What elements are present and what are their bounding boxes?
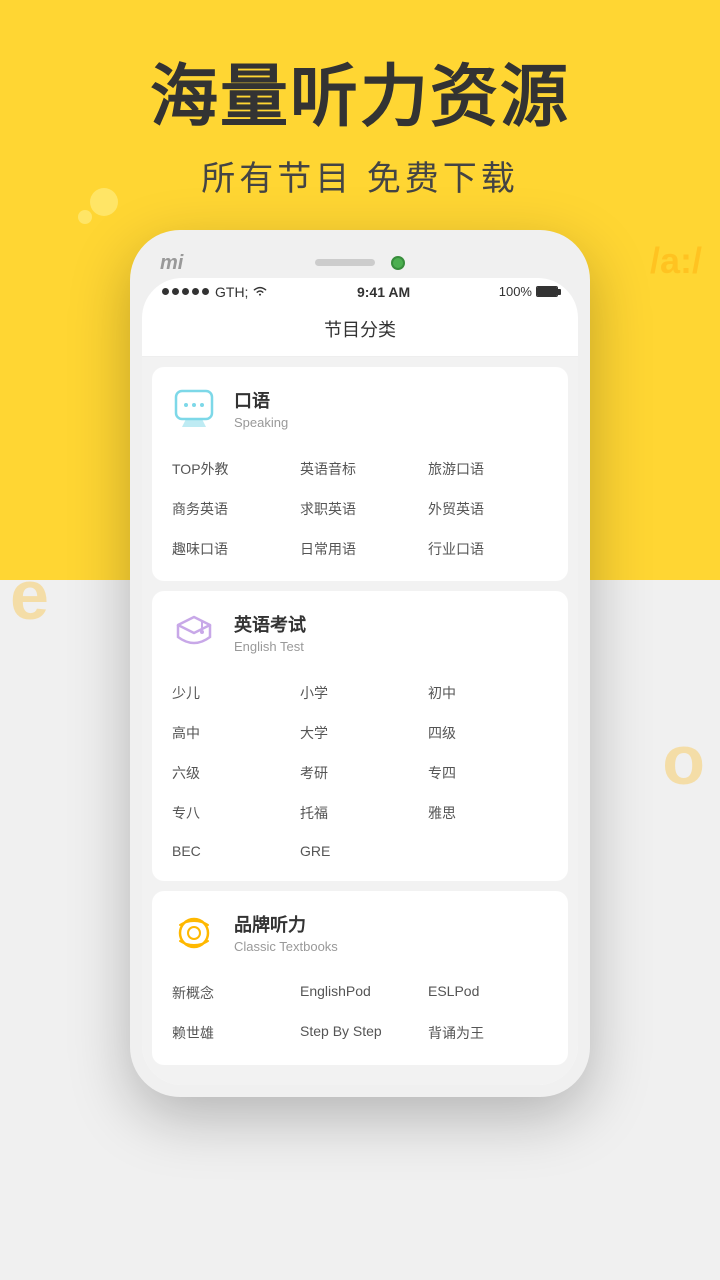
phone-content[interactable]: 口语 Speaking TOP外教 英语音标 旅游口语 商务英语 求职英语 外贸… [142, 357, 578, 1085]
list-item[interactable]: 新概念 [168, 973, 296, 1013]
mi-logo: mi [160, 252, 183, 275]
phone-camera [391, 256, 405, 270]
brand-icon [168, 907, 220, 959]
exam-title-cn: 英语考试 [234, 611, 306, 637]
brand-title-cn: 品牌听力 [234, 911, 338, 937]
list-item[interactable]: GRE [296, 833, 424, 869]
list-item[interactable]: 趣味口语 [168, 529, 296, 569]
list-item[interactable]: 旅游口语 [424, 449, 552, 489]
list-item[interactable]: 专四 [424, 753, 552, 793]
list-item[interactable]: 外贸英语 [424, 489, 552, 529]
list-item[interactable]: 专八 [168, 793, 296, 833]
list-item[interactable]: 求职英语 [296, 489, 424, 529]
list-item[interactable]: 四级 [424, 713, 552, 753]
list-item[interactable]: ESLPod [424, 973, 552, 1013]
header-subtitle: 所有节目 免费下载 [0, 151, 720, 200]
deco-dot-2 [78, 210, 92, 224]
list-item[interactable]: 托福 [296, 793, 424, 833]
list-item[interactable]: 小学 [296, 673, 424, 713]
status-time: 9:41 AM [357, 284, 410, 300]
list-item[interactable]: 大学 [296, 713, 424, 753]
list-item[interactable]: EnglishPod [296, 973, 424, 1013]
page-title: 节目分类 [142, 306, 578, 357]
wifi-icon: GTH; [215, 284, 268, 300]
category-speaking[interactable]: 口语 Speaking TOP外教 英语音标 旅游口语 商务英语 求职英语 外贸… [152, 367, 568, 581]
list-item[interactable]: 六级 [168, 753, 296, 793]
list-item[interactable]: 背诵为王 [424, 1013, 552, 1053]
list-item[interactable]: 雅思 [424, 793, 552, 833]
signal-dots [162, 288, 209, 295]
list-item[interactable]: 商务英语 [168, 489, 296, 529]
phone-top-bar [142, 242, 578, 278]
status-bar: GTH; 9:41 AM 100% [142, 278, 578, 306]
list-item[interactable]: Step By Step [296, 1013, 424, 1053]
battery-percent: 100% [499, 284, 532, 299]
brand-title-en: Classic Textbooks [234, 939, 338, 954]
speaking-items-grid: TOP外教 英语音标 旅游口语 商务英语 求职英语 外贸英语 趣味口语 日常用语… [168, 449, 552, 569]
exam-title-en: English Test [234, 639, 306, 654]
list-item[interactable]: 英语音标 [296, 449, 424, 489]
phone-speaker [315, 259, 375, 266]
status-right: 100% [499, 284, 558, 299]
list-item[interactable]: 高中 [168, 713, 296, 753]
list-item[interactable]: 少儿 [168, 673, 296, 713]
status-left: GTH; [162, 284, 268, 300]
category-brand[interactable]: 品牌听力 Classic Textbooks 新概念 EnglishPod ES… [152, 891, 568, 1065]
header-title: 海量听力资源 [0, 60, 720, 135]
list-item[interactable]: 初中 [424, 673, 552, 713]
phone-mockup: mi GTH; [0, 230, 720, 1097]
list-item[interactable]: 赖世雄 [168, 1013, 296, 1053]
speaking-title-cn: 口语 [234, 387, 288, 413]
speaking-icon [168, 383, 220, 435]
list-item[interactable] [424, 833, 552, 869]
list-item[interactable]: BEC [168, 833, 296, 869]
category-english-test[interactable]: 英语考试 English Test 少儿 小学 初中 高中 大学 四级 六级 考… [152, 591, 568, 881]
exam-icon [168, 607, 220, 659]
brand-items-grid: 新概念 EnglishPod ESLPod 赖世雄 Step By Step 背… [168, 973, 552, 1053]
speaking-title-en: Speaking [234, 415, 288, 430]
exam-items-grid: 少儿 小学 初中 高中 大学 四级 六级 考研 专四 专八 托福 雅思 BEC … [168, 673, 552, 869]
list-item[interactable]: TOP外教 [168, 449, 296, 489]
list-item[interactable]: 日常用语 [296, 529, 424, 569]
battery-icon [536, 286, 558, 297]
list-item[interactable]: 考研 [296, 753, 424, 793]
list-item[interactable]: 行业口语 [424, 529, 552, 569]
